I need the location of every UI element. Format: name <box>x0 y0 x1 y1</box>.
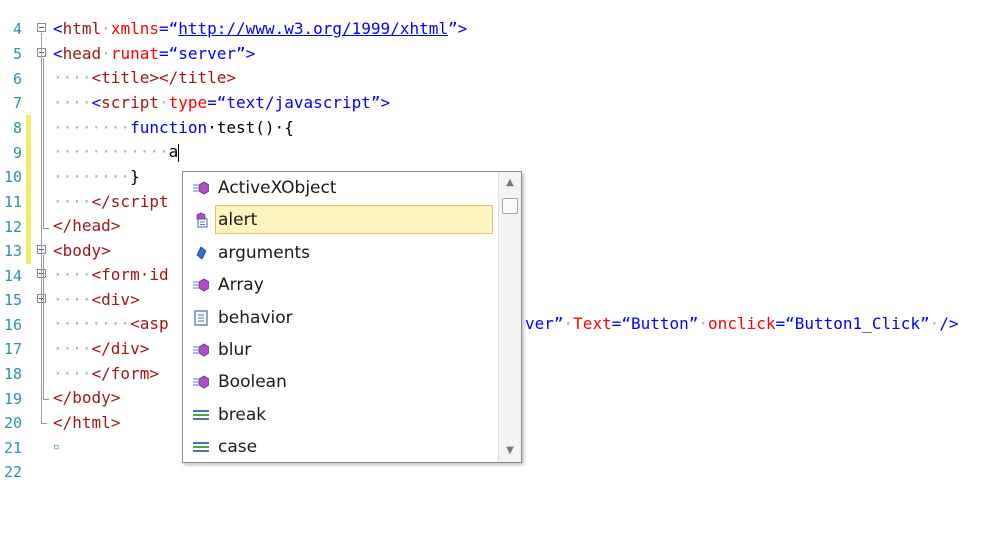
completion-item-selected[interactable]: alert <box>183 204 499 236</box>
code-line[interactable]: 6 <head·runat=“server”> <box>0 42 1000 88</box>
variable-icon <box>196 246 207 260</box>
completion-item[interactable]: arguments <box>183 237 499 269</box>
outline-guide-end <box>41 423 47 424</box>
keyword-icon <box>193 442 209 452</box>
completion-scrollbar[interactable]: ▲ ▼ <box>498 172 521 462</box>
outline-guide-end <box>43 228 49 229</box>
collapse-toggle-icon[interactable] <box>37 23 46 32</box>
scroll-down-arrow-icon[interactable]: ▼ <box>499 440 521 462</box>
outline-guide <box>41 33 42 423</box>
namespace-link[interactable]: http://www.w3.org/1999/xhtml <box>178 19 448 38</box>
document-icon <box>194 309 208 326</box>
text-caret <box>178 143 180 162</box>
completion-item[interactable]: case <box>183 431 499 463</box>
code-line[interactable]: 10 ············a <box>0 140 1000 214</box>
code-line[interactable]: 8 ····<script·type=“text/javascript”> <box>0 91 1000 165</box>
keyword-icon <box>193 409 209 420</box>
method-doc-icon <box>196 212 208 228</box>
completion-item[interactable]: break <box>183 399 499 431</box>
object-icon <box>193 181 209 195</box>
intellisense-popup[interactable]: ActiveXObject alert arguments Array beha… <box>182 171 522 463</box>
completion-list[interactable]: ActiveXObject alert arguments Array beha… <box>183 172 499 464</box>
code-line[interactable]: 5 <html·xmlns=“http://www.w3.org/1999/xh… <box>0 17 1000 63</box>
scroll-up-arrow-icon[interactable]: ▲ <box>499 172 521 194</box>
typed-text: a <box>168 142 179 161</box>
object-icon <box>193 375 209 389</box>
completion-item[interactable]: Boolean <box>183 366 499 398</box>
code-line[interactable]: 9 ········function·test()·{ <box>0 116 1000 190</box>
completion-item[interactable]: ActiveXObject <box>183 172 499 204</box>
outline-guide-end <box>43 399 49 400</box>
code-line[interactable]: 4 <box>0 0 1000 38</box>
completion-item[interactable]: blur <box>183 334 499 366</box>
line-number: 22 <box>3 462 22 481</box>
completion-item[interactable]: behavior <box>183 302 499 334</box>
scrollbar-thumb[interactable] <box>502 198 518 214</box>
outline-guide <box>43 255 44 399</box>
object-icon <box>193 343 209 357</box>
code-line[interactable]: 7 ····<title></title> <box>0 66 1000 140</box>
completion-item[interactable]: Array <box>183 269 499 301</box>
outline-guide <box>43 58 44 228</box>
object-icon <box>193 278 209 292</box>
